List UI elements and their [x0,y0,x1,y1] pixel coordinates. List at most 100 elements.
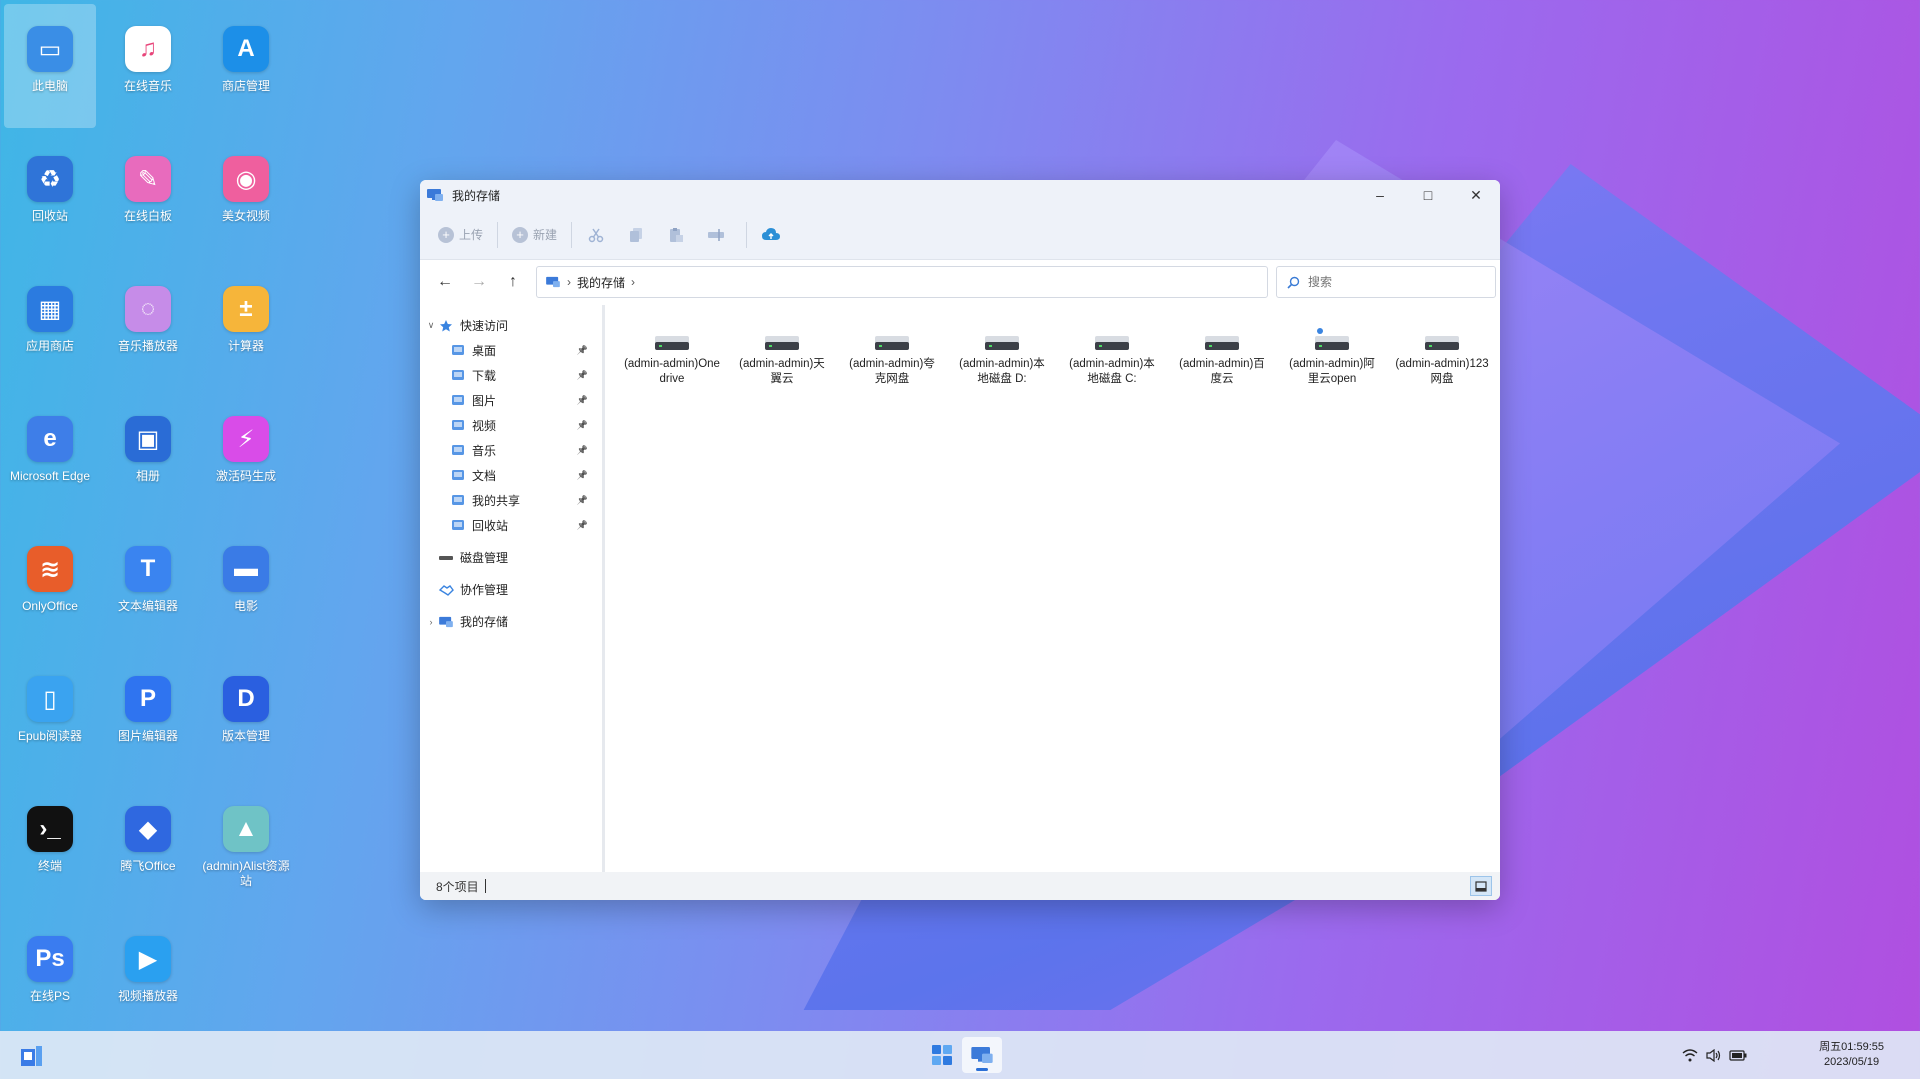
desktop-icon-item[interactable]: ▬ 电影 [200,524,292,648]
upload-label: 上传 [459,228,484,242]
chevron-right-icon[interactable]: › [631,275,635,289]
desktop-icon-item[interactable]: ▣ 相册 [102,394,194,518]
navigation-row: ← → ↑ › 我的存储 › [420,260,1500,304]
taskbar: 周五01:59:55 2023/05/19 [0,1031,1920,1079]
pin-icon[interactable]: 📌 [577,470,588,481]
address-bar[interactable]: › 我的存储 › [536,266,1268,298]
desktop-icon-item[interactable]: ♻ 回收站 [4,134,96,258]
sidebar-item-download[interactable]: 下载 📌 [420,363,602,388]
wifi-icon[interactable] [1678,1046,1702,1064]
forward-button[interactable]: → [462,267,496,297]
sidebar-item-videos[interactable]: 视频 📌 [420,413,602,438]
alist-icon: ▲ [223,806,269,852]
desktop-icon-item[interactable]: D 版本管理 [200,654,292,778]
desktop-icon-item[interactable]: ≋ OnlyOffice [4,524,96,648]
rename-icon[interactable] [706,225,726,245]
chevron-right-icon[interactable]: › [424,617,438,627]
sidebar-item-documents[interactable]: 文档 📌 [420,463,602,488]
sidebar-item-label: 下载 [472,369,497,383]
sidebar-item-my-storage[interactable]: › 我的存储 [420,609,602,634]
pin-icon[interactable]: 📌 [577,420,588,431]
up-button[interactable]: ↑ [496,267,530,297]
desktop-icon-item[interactable]: ▯ Epub阅读器 [4,654,96,778]
collaboration-icon [438,583,454,597]
search-input[interactable] [1308,275,1468,289]
breadcrumb-my-storage[interactable]: 我的存储 [577,274,625,291]
desktop-icon-item[interactable]: ◌ 音乐播放器 [102,264,194,388]
text-editor-icon: T [125,546,171,592]
new-button[interactable]: + 新建 [512,226,557,243]
storage-icon [438,615,454,629]
copy-icon[interactable] [626,225,646,245]
sidebar-item-share[interactable]: 我的共享 📌 [420,488,602,513]
status-divider [484,879,486,893]
sidebar-item-label: 桌面 [472,344,497,358]
sidebar-item-label: 协作管理 [460,583,509,597]
maximize-button[interactable]: □ [1404,180,1452,210]
pin-icon[interactable]: 📌 [577,370,588,381]
sidebar-item-disk-manage[interactable]: 磁盘管理 [420,545,602,570]
desktop-icon-item[interactable]: P 图片编辑器 [102,654,194,778]
search-box[interactable] [1276,266,1496,298]
desktop-icon-item[interactable]: ▦ 应用商店 [4,264,96,388]
pin-icon[interactable]: 📌 [577,395,588,406]
upload-button[interactable]: + 上传 [438,226,483,243]
back-button[interactable]: ← [428,267,462,297]
desktop-icon-item[interactable]: ⚡ 激活码生成 [200,394,292,518]
desktop-icon-item[interactable]: ✎ 在线白板 [102,134,194,258]
pin-icon[interactable]: 📌 [577,345,588,356]
paste-icon[interactable] [666,225,686,245]
taskbar-launcher[interactable] [922,1037,962,1073]
shared-drive-icon [1313,327,1351,353]
sidebar-item-label: 图片 [472,394,497,408]
desktop-icon-item[interactable]: e Microsoft Edge [4,394,96,518]
sidebar-item-desktop[interactable]: 桌面 📌 [420,338,602,363]
sidebar-item-music-note[interactable]: 音乐 📌 [420,438,602,463]
cut-icon[interactable] [586,225,606,245]
desktop-icon-label: 回收站 [31,209,68,223]
desktop-icon-item[interactable]: ▶ 视频播放器 [102,914,194,1038]
desktop-icon-item[interactable]: ▭ 此电脑 [4,4,96,128]
video-player-icon: ▶ [125,936,171,982]
sidebar-item-pictures[interactable]: 图片 📌 [420,388,602,413]
minimize-button[interactable]: – [1356,180,1404,210]
drive-item[interactable]: (admin-admin)Onedrive [617,317,727,397]
battery-icon[interactable] [1726,1046,1750,1064]
cloud-sync-icon[interactable] [761,225,781,245]
sidebar-item-quick-access[interactable]: ∨ 快速访问 [420,313,602,338]
drive-item[interactable]: (admin-admin)百度云 [1167,317,1277,397]
desktop-icons: ▭ 此电脑 ♫ 在线音乐 A 商店管理 ♻ 回收站 ✎ 在线白板 ◉ 美女视频 ▦ 应用商店 ◌ 音乐播放器 ±… [0,0,300,1030]
clock-time: 周五01:59:55 [1819,1041,1884,1053]
desktop-icon-item[interactable]: ◉ 美女视频 [200,134,292,258]
desktop-icon-item[interactable]: A 商店管理 [200,4,292,128]
pin-icon[interactable]: 📌 [577,520,588,531]
desktop-icon-item[interactable]: ▲ (admin)Alist资源站 [200,784,292,908]
drive-item[interactable]: (admin-admin)123网盘 [1387,317,1497,397]
sidebar-item-recycle-bin[interactable]: 回收站 📌 [420,513,602,538]
desktop-icon-item[interactable]: T 文本编辑器 [102,524,194,648]
drive-item[interactable]: (admin-admin)阿里云open [1277,317,1387,397]
desktop-icon-label: 腾飞Office [120,859,176,873]
desktop-icon-item[interactable]: ◆ 腾飞Office [102,784,194,908]
desktop-icon-item[interactable]: ♫ 在线音乐 [102,4,194,128]
pin-icon[interactable]: 📌 [577,445,588,456]
pin-icon[interactable]: 📌 [577,495,588,506]
close-button[interactable]: ✕ [1452,180,1500,210]
drive-item[interactable]: (admin-admin)天翼云 [727,317,837,397]
title-bar[interactable]: 我的存储 – □ ✕ [420,180,1500,210]
desktop-icon-label: Microsoft Edge [9,469,91,483]
drive-item[interactable]: (admin-admin)夸克网盘 [837,317,947,397]
taskbar-my-storage[interactable] [962,1037,1002,1073]
start-button[interactable] [20,1045,44,1072]
desktop-icon-item[interactable]: ›_ 终端 [4,784,96,908]
drive-item[interactable]: (admin-admin)本地磁盘 C: [1057,317,1167,397]
chevron-down-icon[interactable]: ∨ [424,320,438,331]
sidebar-item-collab-manage[interactable]: 协作管理 [420,577,602,602]
drive-item[interactable]: (admin-admin)本地磁盘 D: [947,317,1057,397]
desktop-icon-label: 美女视频 [221,209,270,223]
volume-icon[interactable] [1702,1046,1726,1064]
clock[interactable]: 周五01:59:55 2023/05/19 [1819,1040,1884,1070]
desktop-icon-item[interactable]: Ps 在线PS [4,914,96,1038]
desktop-icon-item[interactable]: ± 计算器 [200,264,292,388]
view-mode-toggle[interactable] [1470,876,1492,896]
